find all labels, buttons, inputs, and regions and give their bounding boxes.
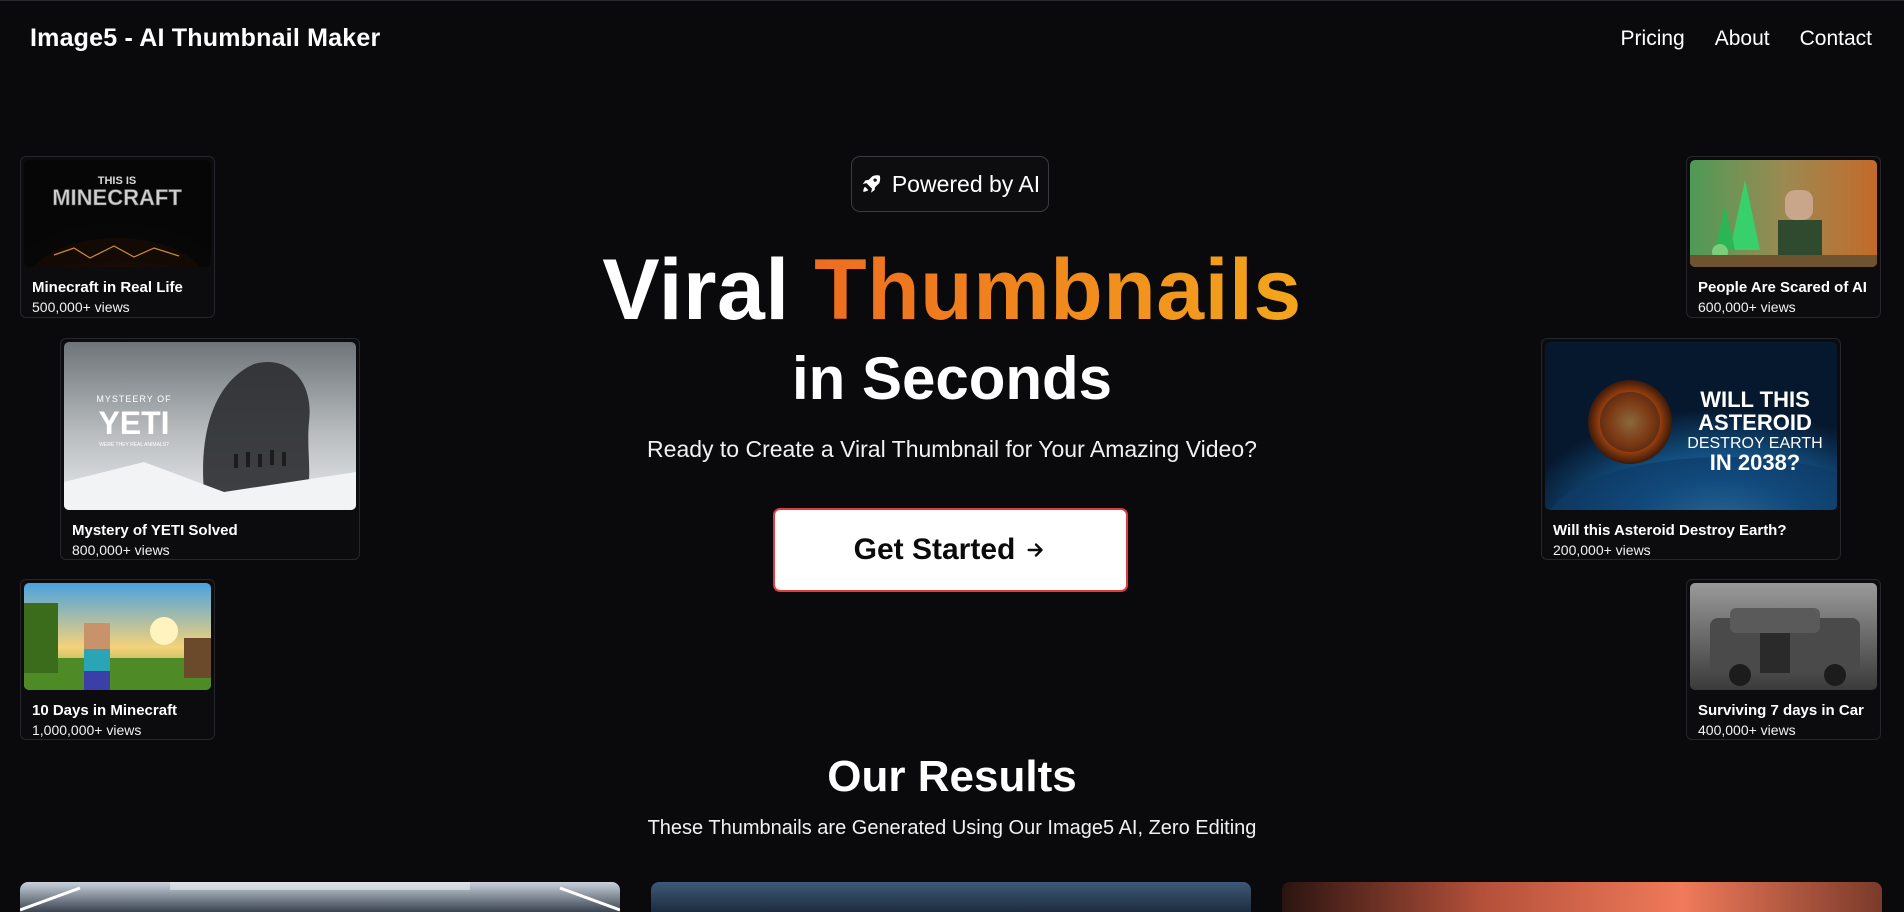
brand-logo[interactable]: Image5 - AI Thumbnail Maker (30, 24, 380, 53)
nav-link-pricing[interactable]: Pricing (1621, 27, 1685, 51)
rocket-icon (862, 175, 881, 193)
thumbnail-title: Will this Asteroid Destroy Earth? (1553, 522, 1787, 539)
arrow-right-icon (1027, 543, 1044, 557)
thumbnail-image (1690, 583, 1877, 690)
hero-headline-line2: in Seconds (791, 345, 1113, 412)
hero-headline: Viral Thumbnails (0, 240, 1904, 340)
result-thumbnail[interactable] (1282, 882, 1882, 912)
nav-links: Pricing About Contact (1621, 27, 1872, 51)
thumbnail-views: 800,000+ views (72, 542, 170, 558)
thumbnail-title: Mystery of YETI Solved (72, 522, 238, 539)
badge-label: Powered by AI (891, 170, 1041, 197)
nav-link-about[interactable]: About (1715, 27, 1770, 51)
nav-link-contact[interactable]: Contact (1800, 27, 1872, 51)
headline-plain: Viral (602, 242, 790, 338)
headline-accent: Thumbnails (814, 242, 1302, 338)
navbar: Image5 - AI Thumbnail Maker Pricing Abou… (0, 0, 1904, 80)
thumbnail-views: 1,000,000+ views (32, 722, 142, 738)
thumbnail-title: Surviving 7 days in Car (1698, 702, 1864, 719)
thumbnail-card-surviving-car[interactable]: Surviving 7 days in Car 400,000+ views (1686, 579, 1881, 740)
result-thumbnail[interactable] (651, 882, 1251, 912)
results-title: Our Results (827, 752, 1077, 801)
get-started-button[interactable]: Get Started (773, 508, 1128, 592)
thumbnail-card-10-days-minecraft[interactable]: 10 Days in Minecraft 1,000,000+ views (20, 579, 215, 740)
thumbnail-views: 400,000+ views (1698, 722, 1796, 738)
hero-subtitle: Ready to Create a Viral Thumbnail for Yo… (647, 436, 1257, 462)
result-thumbnail[interactable] (20, 882, 620, 912)
thumbnail-views: 200,000+ views (1553, 542, 1651, 558)
results-subtitle: These Thumbnails are Generated Using Our… (647, 817, 1257, 839)
thumbnail-image (24, 583, 211, 690)
powered-by-ai-badge: Powered by AI (851, 156, 1049, 212)
cta-label: Get Started (853, 533, 1016, 566)
thumbnail-title: 10 Days in Minecraft (32, 702, 178, 719)
svg-text:MINECRAFT: MINECRAFT (52, 185, 182, 210)
